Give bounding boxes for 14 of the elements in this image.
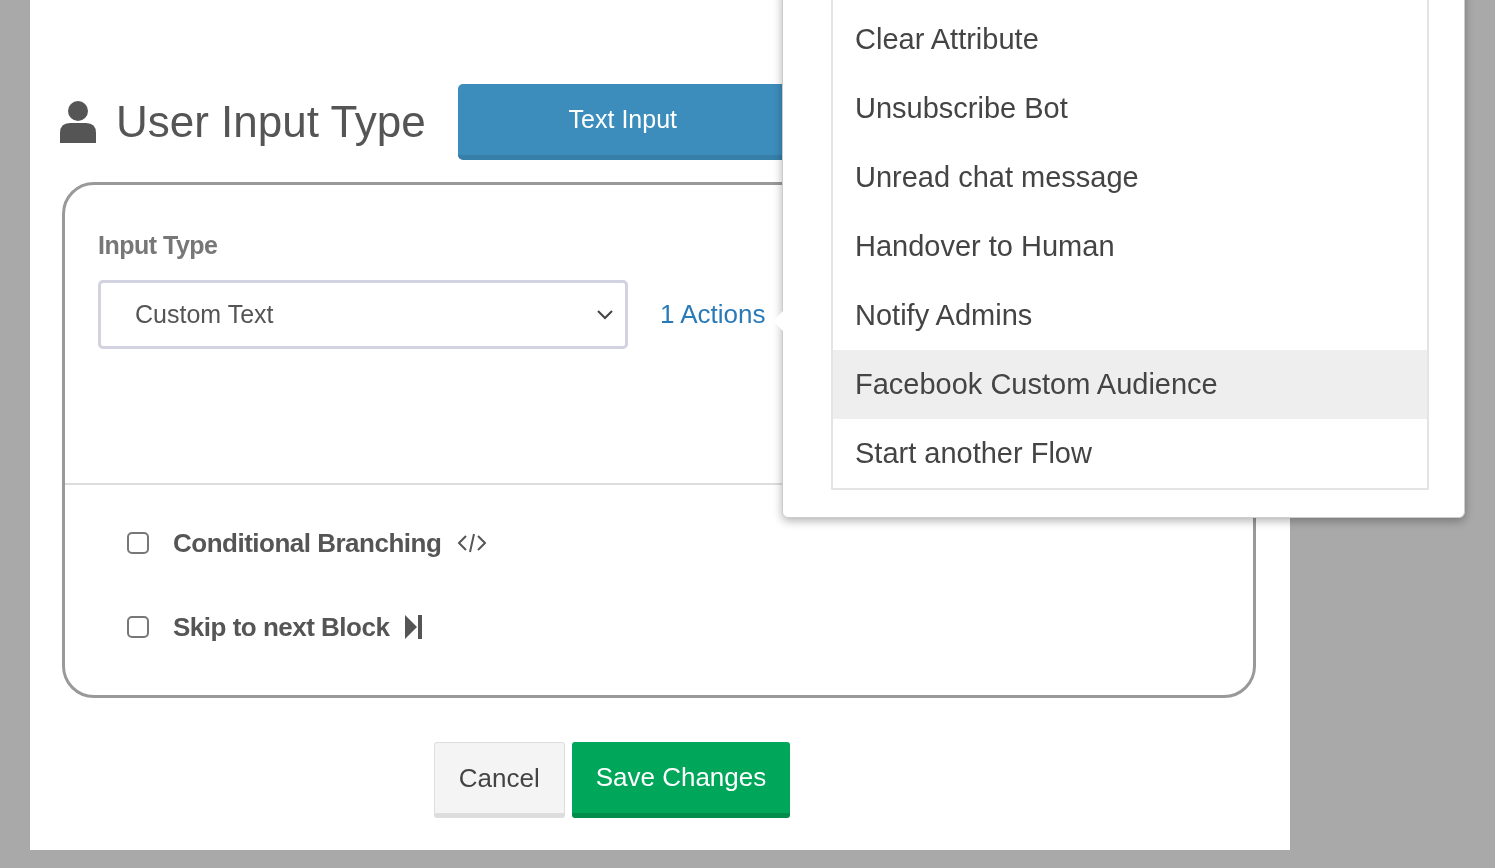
code-icon bbox=[457, 532, 488, 554]
cancel-button[interactable]: Cancel bbox=[433, 742, 565, 818]
checkbox[interactable] bbox=[127, 616, 149, 638]
dialog-title: User Input Type bbox=[116, 97, 426, 147]
skip-icon bbox=[405, 614, 424, 640]
chevron-down-icon bbox=[597, 309, 613, 320]
menu-item[interactable]: Facebook Custom Audience bbox=[833, 350, 1427, 419]
option-label: Conditional Branching bbox=[173, 527, 442, 559]
checkbox[interactable] bbox=[127, 532, 149, 554]
user-icon bbox=[60, 101, 96, 143]
field-label: Input Type bbox=[98, 231, 218, 260]
option-label: Skip to next Block bbox=[173, 611, 390, 643]
input-type-select[interactable]: Custom Text bbox=[98, 280, 628, 349]
actions-link[interactable]: 1 Actions bbox=[660, 299, 766, 330]
